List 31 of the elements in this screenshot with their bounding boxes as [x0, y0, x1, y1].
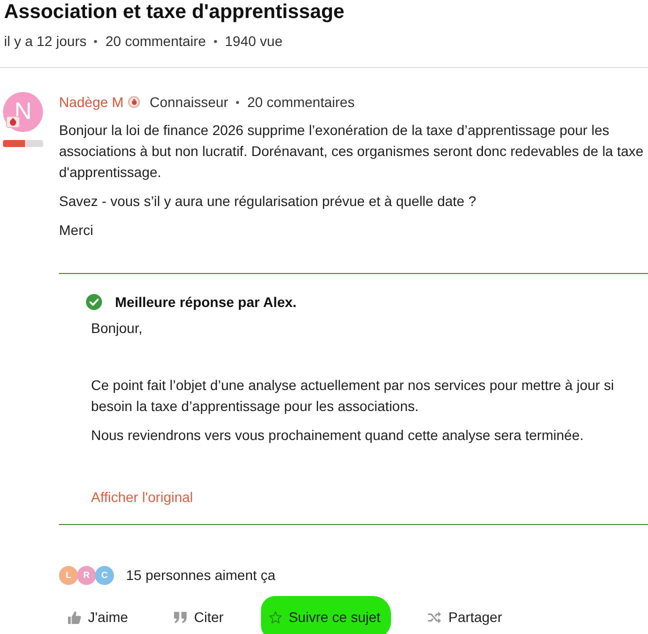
answer-paragraph: Nous reviendrons vers vous prochainement quand cette analyse sera terminée. [91, 426, 585, 445]
best-answer-label: Meilleure réponse par Alex. [115, 294, 297, 310]
author-comment-count: 20 commentaires [247, 94, 355, 110]
show-original-link[interactable]: Afficher l'original [91, 487, 194, 508]
star-icon [268, 610, 282, 624]
check-circle-icon [86, 294, 102, 310]
follow-button[interactable]: Suivre ce sujet [260, 596, 392, 634]
liker-avatar[interactable]: C [95, 566, 114, 584]
shuffle-icon [428, 610, 442, 624]
topic-meta-text: 1940 vue [224, 32, 282, 50]
author-rank: Connaisseur [150, 94, 228, 110]
like-button[interactable]: J'aime [59, 596, 138, 634]
answer-greeting: Bonjour, [91, 319, 144, 338]
topic-meta-text: 20 commentaire [105, 32, 206, 50]
topic-meta-text: il y a 12 jours [4, 32, 86, 50]
bullet-icon [94, 40, 98, 42]
likes-count-text[interactable]: 15 personnes aiment ça [126, 567, 276, 583]
bullet-icon [214, 40, 217, 42]
rank-badge-icon [128, 96, 140, 108]
post-paragraph: Savez - vous s’il y aura une régularisation prévue et à quelle date ? [59, 192, 478, 211]
thumbs-up-icon [68, 610, 81, 624]
liker-avatar[interactable]: R [77, 566, 96, 584]
share-button[interactable]: Partager [419, 596, 512, 634]
answer-paragraph: Ce point fait l’objet d’une analyse actuellement par nos services pour mettre à jour si besoin la taxe d’apprentissage pour les associations. [91, 376, 615, 416]
post-paragraph: Bonjour la loi de finance 2026 supprime l’exonération de la taxe d’apprentissage pour les associations à but non lucratif. Dorénavant, ces organismes seront donc redevables de la taxe d'apprentissage. [59, 121, 644, 182]
quote-button[interactable]: Citer [165, 596, 233, 634]
post-paragraph: Merci [59, 221, 94, 240]
author-name[interactable]: Nadège M [59, 94, 124, 110]
topic-title: Association et taxe d'apprentissage [4, 0, 346, 24]
quote-icon [174, 610, 188, 624]
bullet-icon [236, 100, 240, 104]
